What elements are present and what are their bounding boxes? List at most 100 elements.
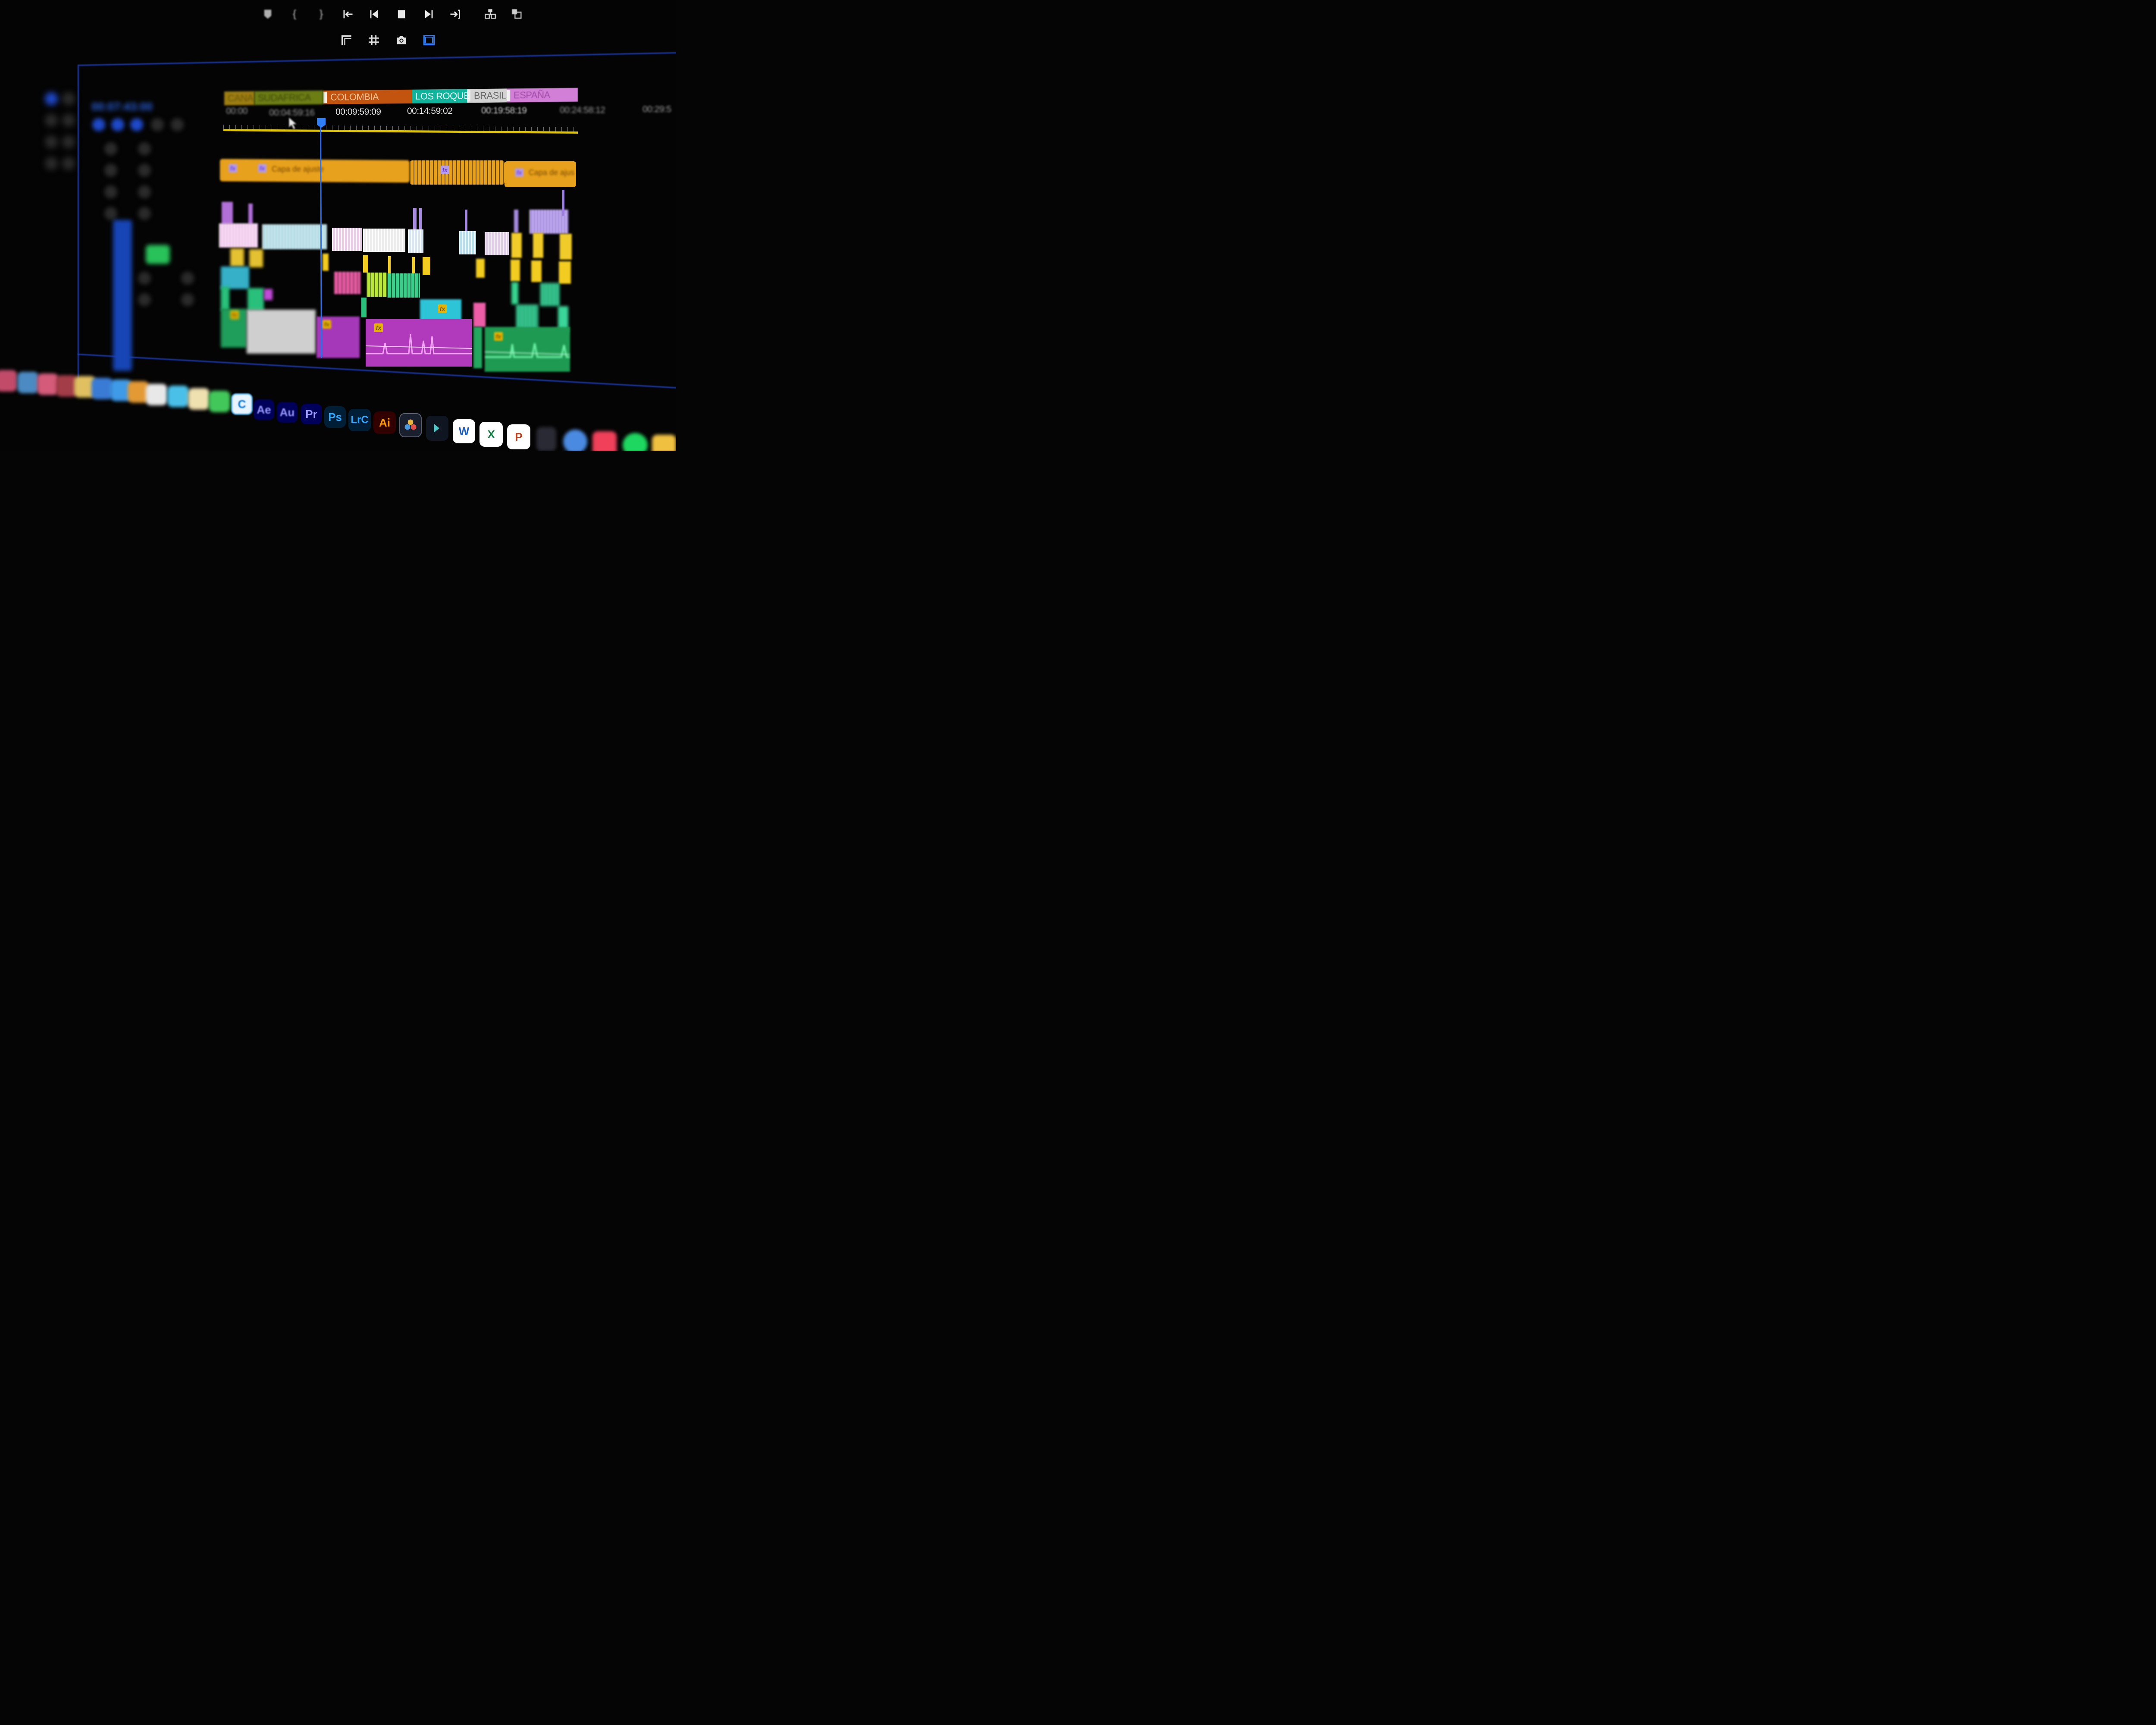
video-clip[interactable] bbox=[363, 255, 368, 273]
video-clip[interactable] bbox=[413, 208, 417, 229]
video-clip[interactable] bbox=[511, 233, 522, 258]
video-clip[interactable] bbox=[230, 248, 244, 267]
marker-sudafrica[interactable]: SUDAFRICA bbox=[254, 90, 323, 105]
video-clip[interactable] bbox=[540, 283, 560, 306]
video-clip[interactable] bbox=[323, 254, 329, 271]
video-clip[interactable] bbox=[514, 210, 518, 233]
razor-icon[interactable] bbox=[62, 114, 75, 127]
mark-in-icon[interactable]: { bbox=[287, 7, 302, 22]
extract-icon[interactable] bbox=[510, 7, 524, 22]
video-clip[interactable] bbox=[511, 282, 518, 304]
video-clip[interactable] bbox=[334, 272, 360, 294]
word-icon[interactable]: W bbox=[453, 419, 475, 443]
video-clip[interactable] bbox=[419, 208, 422, 229]
video-clip[interactable] bbox=[423, 257, 430, 275]
slip-icon[interactable] bbox=[45, 135, 58, 148]
excel-icon[interactable]: X bbox=[479, 422, 503, 447]
track-toggle-icon[interactable] bbox=[104, 207, 117, 220]
audio-clip[interactable] bbox=[247, 310, 316, 354]
stop-icon[interactable] bbox=[394, 7, 409, 22]
eye-icon[interactable] bbox=[138, 185, 151, 198]
video-clip[interactable] bbox=[221, 267, 249, 289]
video-clip[interactable] bbox=[367, 273, 387, 297]
dock-app-icon[interactable] bbox=[37, 373, 59, 395]
wrench-icon[interactable] bbox=[171, 118, 184, 131]
maps-icon[interactable] bbox=[167, 386, 189, 407]
video-clip[interactable] bbox=[473, 303, 486, 327]
linked-selection-icon[interactable] bbox=[111, 118, 124, 131]
dock-app-icon[interactable] bbox=[0, 370, 17, 392]
dock-app-icon[interactable] bbox=[536, 427, 556, 451]
audio-track-targets[interactable] bbox=[113, 220, 132, 371]
trim-icon[interactable] bbox=[339, 33, 354, 47]
mark-out-icon[interactable]: } bbox=[314, 7, 329, 22]
add-marker-icon[interactable] bbox=[260, 7, 275, 22]
notes-icon[interactable] bbox=[188, 388, 210, 410]
mic-icon[interactable] bbox=[181, 293, 194, 306]
video-clip[interactable] bbox=[511, 260, 520, 281]
dock-app-icon[interactable] bbox=[652, 435, 676, 451]
video-clip[interactable] bbox=[560, 234, 572, 260]
video-clip[interactable] bbox=[363, 229, 405, 252]
video-clip[interactable] bbox=[219, 223, 258, 248]
powerpoint-icon[interactable]: P bbox=[507, 424, 530, 449]
video-clip[interactable] bbox=[408, 229, 423, 253]
snap-icon[interactable] bbox=[92, 118, 105, 131]
marker-espana[interactable]: ESPAÑA bbox=[507, 88, 578, 103]
step-forward-icon[interactable] bbox=[421, 7, 436, 22]
video-clip[interactable] bbox=[476, 259, 485, 278]
track-toggle-icon[interactable] bbox=[104, 164, 117, 177]
timeline-settings-icon[interactable] bbox=[151, 118, 164, 131]
final-draft-icon[interactable] bbox=[426, 416, 448, 441]
marker-cana[interactable]: CANA bbox=[224, 91, 254, 106]
mic-icon[interactable] bbox=[181, 272, 194, 285]
video-clip[interactable] bbox=[485, 232, 509, 255]
step-back-icon[interactable] bbox=[367, 7, 382, 22]
track-toggle-icon[interactable] bbox=[104, 142, 117, 155]
lightroom-classic-icon[interactable]: LrC bbox=[348, 409, 371, 431]
video-clip[interactable] bbox=[221, 286, 229, 310]
eye-icon[interactable] bbox=[138, 164, 151, 177]
eye-icon[interactable] bbox=[138, 142, 151, 155]
solo-button[interactable] bbox=[146, 245, 170, 264]
spotify-icon[interactable] bbox=[623, 433, 648, 451]
grid-icon[interactable] bbox=[367, 33, 381, 47]
pen-icon[interactable] bbox=[62, 135, 75, 148]
marker-los-roques[interactable]: LOS ROQUES bbox=[412, 89, 467, 104]
selection-tool-icon[interactable] bbox=[45, 92, 58, 105]
video-clip[interactable] bbox=[222, 202, 233, 224]
video-clip[interactable] bbox=[262, 224, 327, 249]
video-clip[interactable] bbox=[388, 256, 391, 273]
mute-icon[interactable] bbox=[138, 293, 151, 306]
video-clip[interactable] bbox=[459, 231, 476, 254]
calendar-icon[interactable] bbox=[146, 384, 167, 405]
eye-icon[interactable] bbox=[138, 207, 151, 220]
messages-icon[interactable] bbox=[209, 391, 230, 412]
video-clip[interactable] bbox=[562, 190, 564, 216]
video-clip[interactable] bbox=[332, 228, 362, 251]
add-marker-timeline-icon[interactable] bbox=[130, 118, 143, 131]
video-clip[interactable] bbox=[465, 210, 467, 231]
edge-icon[interactable]: C bbox=[231, 393, 253, 415]
video-clip[interactable] bbox=[533, 233, 543, 258]
video-clip[interactable] bbox=[387, 273, 420, 298]
video-clip[interactable] bbox=[559, 261, 571, 284]
safe-margins-icon[interactable] bbox=[422, 33, 436, 47]
track-select-icon[interactable] bbox=[62, 92, 75, 105]
go-to-out-icon[interactable] bbox=[448, 7, 462, 22]
photoshop-icon[interactable]: Ps bbox=[324, 406, 346, 428]
dock-app-icon[interactable] bbox=[17, 372, 39, 393]
go-to-in-icon[interactable] bbox=[341, 7, 355, 22]
illustrator-icon[interactable]: Ai bbox=[373, 411, 396, 434]
video-clip[interactable] bbox=[248, 204, 253, 224]
davinci-resolve-icon[interactable] bbox=[399, 413, 422, 437]
video-clip[interactable] bbox=[412, 257, 415, 274]
video-clip[interactable] bbox=[531, 260, 542, 282]
marker-brasil[interactable]: BRASIL bbox=[467, 88, 507, 103]
marker-colombia[interactable]: COLOMBIA bbox=[323, 89, 412, 104]
lift-icon[interactable] bbox=[483, 7, 498, 22]
video-clip[interactable] bbox=[264, 289, 273, 300]
chrome-icon[interactable] bbox=[563, 430, 587, 451]
dock-app-icon[interactable] bbox=[91, 378, 113, 399]
hand-icon[interactable] bbox=[45, 157, 58, 170]
